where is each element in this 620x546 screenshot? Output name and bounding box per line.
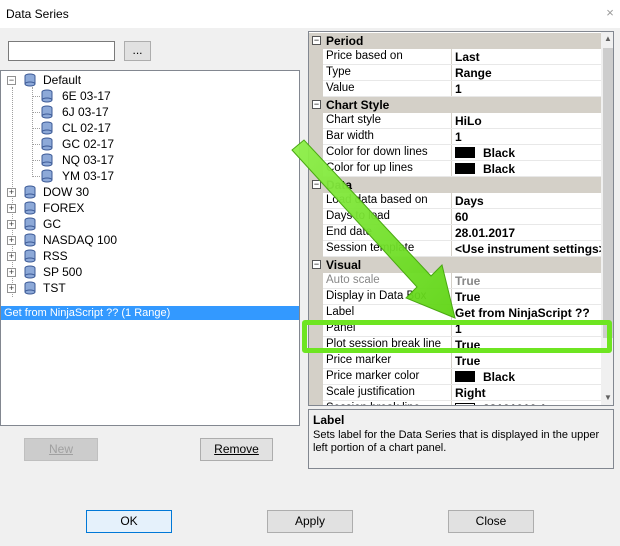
dialog-body: ... − Default 6E 03-17 6J 03-17 CL 02-17 GC… [0,28,620,546]
title-bar: Data Series × [0,0,620,28]
close-icon[interactable]: × [603,6,617,20]
annotation-arrow-icon [291,139,456,319]
window-title: Data Series [6,7,69,21]
